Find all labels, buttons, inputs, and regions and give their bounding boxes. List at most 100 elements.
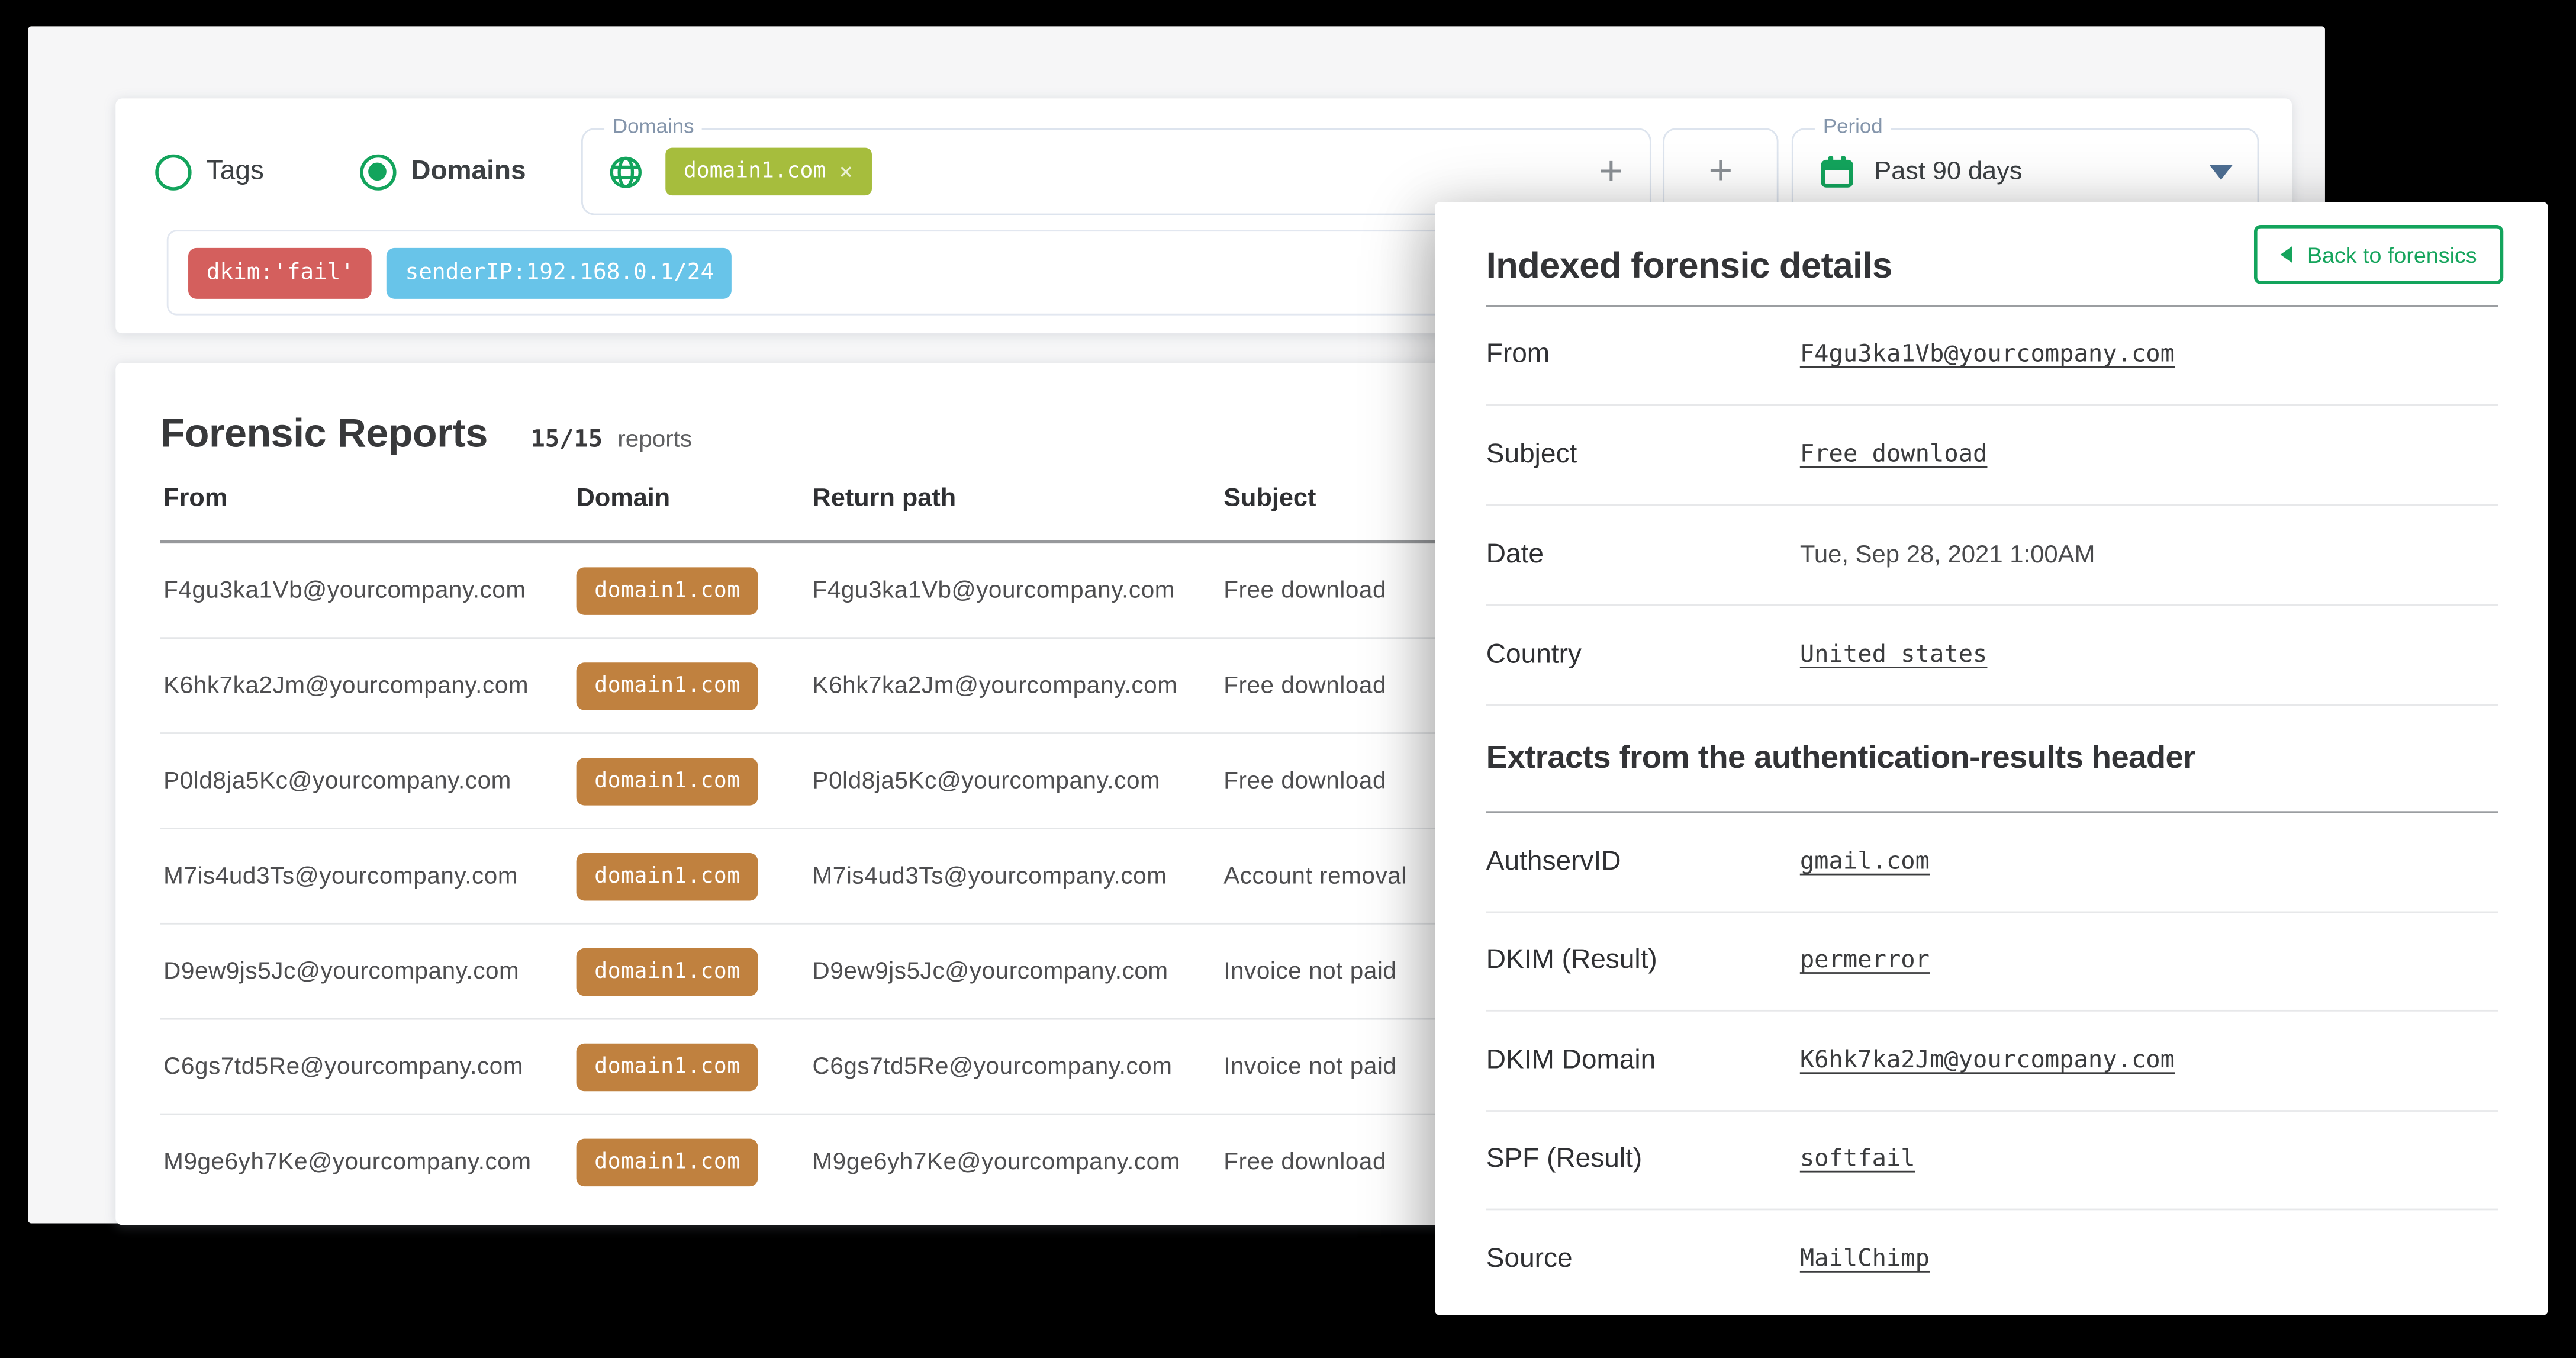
- cell-return-path: P0ld8ja5Kc@yourcompany.com: [813, 768, 1161, 794]
- detail-row-dkim-result: DKIM (Result) permerror: [1486, 912, 2498, 1012]
- domains-field-inner: domain1.com ×: [583, 130, 1650, 213]
- cell-subject: Free download: [1223, 577, 1386, 603]
- details-body: From F4gu3ka1Vb@yourcompany.com Subject …: [1486, 305, 2498, 1308]
- col-header-from: From: [163, 484, 227, 514]
- chevron-down-icon[interactable]: [2210, 164, 2233, 179]
- radio-tags[interactable]: Tags: [155, 153, 264, 189]
- cell-subject: Invoice not paid: [1223, 958, 1396, 984]
- detail-value-link[interactable]: softfail: [1800, 1147, 1915, 1173]
- detail-row-spf-result: SPF (Result) softfail: [1486, 1111, 2498, 1211]
- cell-return-path: K6hk7ka2Jm@yourcompany.com: [813, 672, 1178, 699]
- detail-label: Country: [1486, 639, 1582, 671]
- table-title-row: Forensic Reports 15/15 reports: [160, 412, 693, 458]
- auth-section-title: Extracts from the authentication-results…: [1486, 740, 2195, 778]
- cell-return-path: C6gs7td5Re@yourcompany.com: [813, 1053, 1173, 1079]
- domain-badge: domain1.com: [577, 662, 759, 709]
- cell-from: P0ld8ja5Kc@yourcompany.com: [163, 768, 511, 794]
- details-title: Indexed forensic details: [1486, 244, 1892, 287]
- add-domain-icon[interactable]: +: [1599, 151, 1624, 192]
- cell-domain: domain1.com: [577, 567, 759, 614]
- cell-domain: domain1.com: [577, 662, 759, 709]
- cell-domain: domain1.com: [577, 757, 759, 804]
- radio-tags-label: Tags: [207, 156, 264, 188]
- detail-value-link[interactable]: United states: [1800, 642, 1988, 668]
- report-type-radio-group: Tags Domains: [115, 128, 526, 215]
- period-field-inner: Past 90 days: [1793, 130, 2258, 213]
- details-header: Indexed forensic details Back to forensi…: [1486, 225, 2503, 307]
- cell-from: C6gs7td5Re@yourcompany.com: [163, 1053, 523, 1079]
- cell-from: M9ge6yh7Ke@yourcompany.com: [163, 1148, 531, 1174]
- cell-subject: Account removal: [1223, 863, 1407, 889]
- filter-chip-senderip[interactable]: senderIP:192.168.0.1/24: [387, 247, 732, 298]
- detail-value-link[interactable]: permerror: [1800, 948, 1930, 974]
- domain-chip-label: domain1.com: [684, 159, 826, 184]
- domain-chip-remove-icon[interactable]: ×: [839, 159, 853, 185]
- detail-row-dkim-domain: DKIM Domain K6hk7ka2Jm@yourcompany.com: [1486, 1012, 2498, 1111]
- auth-section-header: Extracts from the authentication-results…: [1486, 706, 2498, 812]
- detail-value-link[interactable]: gmail.com: [1800, 848, 1930, 874]
- cell-from: F4gu3ka1Vb@yourcompany.com: [163, 577, 526, 603]
- detail-row-subject: Subject Free download: [1486, 406, 2498, 506]
- cell-subject: Invoice not paid: [1223, 1053, 1396, 1079]
- cell-return-path: F4gu3ka1Vb@yourcompany.com: [813, 577, 1175, 603]
- detail-label: From: [1486, 339, 1550, 371]
- cell-domain: domain1.com: [577, 852, 759, 900]
- detail-row-source: Source MailChimp: [1486, 1210, 2498, 1308]
- domain-chip[interactable]: domain1.com ×: [665, 148, 871, 195]
- plus-icon: +: [1709, 151, 1733, 192]
- detail-label: AuthservID: [1486, 846, 1621, 877]
- back-button-label: Back to forensics: [2307, 242, 2477, 267]
- detail-label: Subject: [1486, 439, 1577, 471]
- detail-value-link[interactable]: Free download: [1800, 442, 1988, 468]
- reports-count: 15/15: [530, 427, 603, 453]
- cell-from: D9ew9js5Jc@yourcompany.com: [163, 958, 519, 984]
- reports-count-label: reports: [617, 427, 692, 453]
- domain-badge: domain1.com: [577, 852, 759, 900]
- radio-tags-circle[interactable]: [155, 153, 191, 189]
- calendar-icon: [1820, 155, 1854, 189]
- forensic-details-panel: Indexed forensic details Back to forensi…: [1435, 202, 2548, 1315]
- detail-row-authservid: AuthservID gmail.com: [1486, 813, 2498, 912]
- cell-domain: domain1.com: [577, 1138, 759, 1185]
- domain-badge: domain1.com: [577, 567, 759, 614]
- detail-row-country: Country United states: [1486, 606, 2498, 706]
- globe-icon: [608, 153, 644, 189]
- cell-domain: domain1.com: [577, 1042, 759, 1090]
- detail-value-link[interactable]: F4gu3ka1Vb@yourcompany.com: [1800, 342, 2175, 368]
- detail-label: DKIM Domain: [1486, 1045, 1656, 1076]
- detail-label: Date: [1486, 539, 1544, 571]
- filter-chip-dkim[interactable]: dkim:'fail': [188, 247, 372, 298]
- triangle-left-icon: [2281, 246, 2292, 263]
- domain-badge: domain1.com: [577, 948, 759, 995]
- detail-label: DKIM (Result): [1486, 945, 1657, 977]
- detail-value: Tue, Sep 28, 2021 1:00AM: [1800, 541, 2095, 569]
- domain-badge: domain1.com: [577, 1042, 759, 1090]
- radio-domains-circle[interactable]: [360, 153, 396, 189]
- detail-value-link[interactable]: MailChimp: [1800, 1246, 1930, 1272]
- cell-subject: Free download: [1223, 768, 1386, 794]
- detail-label: SPF (Result): [1486, 1144, 1642, 1176]
- detail-value-link[interactable]: K6hk7ka2Jm@yourcompany.com: [1800, 1047, 2175, 1073]
- radio-selected-dot: [369, 163, 387, 181]
- back-to-forensics-button[interactable]: Back to forensics: [2255, 225, 2504, 284]
- cell-domain: domain1.com: [577, 948, 759, 995]
- cell-return-path: M7is4ud3Ts@yourcompany.com: [813, 863, 1167, 889]
- domain-badge: domain1.com: [577, 757, 759, 804]
- stage: Tags Domains Domains: [0, 0, 2576, 1358]
- col-header-domain: Domain: [577, 484, 671, 514]
- cell-from: M7is4ud3Ts@yourcompany.com: [163, 863, 518, 889]
- domain-badge: domain1.com: [577, 1138, 759, 1185]
- detail-row-date: Date Tue, Sep 28, 2021 1:00AM: [1486, 506, 2498, 606]
- cell-return-path: M9ge6yh7Ke@yourcompany.com: [813, 1148, 1180, 1174]
- col-header-return-path: Return path: [813, 484, 957, 514]
- cell-subject: Free download: [1223, 1148, 1386, 1174]
- col-header-subject: Subject: [1223, 484, 1316, 514]
- page-title: Forensic Reports: [160, 412, 488, 458]
- detail-label: Source: [1486, 1244, 1573, 1275]
- radio-domains[interactable]: Domains: [360, 153, 526, 189]
- radio-domains-label: Domains: [411, 156, 526, 188]
- period-value: Past 90 days: [1874, 157, 2022, 186]
- cell-subject: Free download: [1223, 672, 1386, 699]
- cell-return-path: D9ew9js5Jc@yourcompany.com: [813, 958, 1168, 984]
- cell-from: K6hk7ka2Jm@yourcompany.com: [163, 672, 529, 699]
